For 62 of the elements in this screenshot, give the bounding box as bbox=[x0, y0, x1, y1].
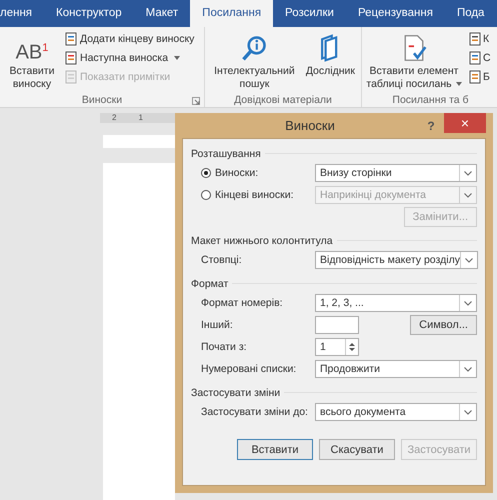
ribbon-tab[interactable]: Рецензування bbox=[346, 0, 445, 27]
ruler: 2 1 bbox=[100, 113, 175, 123]
chevron-down-icon bbox=[464, 258, 473, 262]
dialog-button[interactable]: Вставити bbox=[237, 439, 313, 460]
document-icon bbox=[468, 70, 482, 84]
group-label: Виноски bbox=[82, 94, 122, 106]
document-icon bbox=[64, 70, 78, 84]
ribbon-tab[interactable]: Пода bbox=[444, 0, 496, 27]
ribbon-tab[interactable]: лення bbox=[0, 0, 44, 27]
document-icon bbox=[468, 32, 482, 46]
search-icon bbox=[240, 33, 268, 63]
symbol-button[interactable]: Символ... bbox=[410, 315, 477, 335]
ribbon-button[interactable]: Інтелектуальний пошук bbox=[209, 29, 300, 93]
dropdown-field[interactable]: 1, 2, 3, ... bbox=[315, 294, 477, 312]
dialog-button[interactable]: Скасувати bbox=[319, 439, 395, 460]
page-header bbox=[103, 135, 175, 148]
radio-button[interactable] bbox=[201, 168, 211, 178]
ribbon-button[interactable]: Вставити елемент таблиці посилань bbox=[364, 29, 464, 93]
field-label: Стовпці: bbox=[201, 254, 243, 266]
field-label: Почати з: bbox=[201, 341, 248, 353]
ribbon-button[interactable]: К bbox=[468, 30, 491, 48]
spinner-field[interactable]: 1 bbox=[315, 338, 359, 356]
group-label: Посилання та б bbox=[392, 94, 469, 106]
radio-label: Кінцеві виноски: bbox=[215, 189, 295, 201]
dropdown-field[interactable]: Продовжити bbox=[315, 360, 477, 378]
document-icon bbox=[64, 51, 78, 65]
section-heading: Застосувати зміни bbox=[191, 386, 280, 398]
document-icon bbox=[468, 51, 482, 65]
section-heading: Розташування bbox=[191, 148, 261, 160]
ribbon-button[interactable]: Додати кінцеву виноску bbox=[64, 30, 194, 48]
dropdown-field[interactable]: всього документа bbox=[315, 403, 477, 421]
dialog-launcher-icon[interactable] bbox=[192, 97, 200, 105]
spinner-arrows-icon bbox=[348, 341, 356, 353]
ribbon-tab[interactable]: Розсилки bbox=[273, 0, 346, 27]
group-label: Довідкові матеріали bbox=[234, 94, 332, 106]
dialog-title: Виноски bbox=[284, 118, 336, 133]
ribbon-tab[interactable]: Посилання bbox=[190, 0, 274, 27]
close-button[interactable]: × bbox=[444, 113, 486, 133]
field-label: Інший: bbox=[201, 319, 234, 331]
chevron-down-icon bbox=[464, 410, 472, 414]
input-field[interactable] bbox=[315, 316, 359, 334]
document-icon bbox=[64, 32, 78, 46]
chevron-down-icon bbox=[464, 300, 472, 306]
ribbon-button[interactable]: Б bbox=[468, 68, 491, 86]
field-label: Нумеровані списки: bbox=[201, 363, 298, 375]
help-button[interactable]: ? bbox=[418, 118, 444, 134]
section-heading: Макет нижнього колонтитула bbox=[191, 234, 333, 246]
radio-label: Виноски: bbox=[215, 167, 260, 179]
chevron-down-icon bbox=[464, 192, 472, 198]
ribbon-tab[interactable]: Конструктор bbox=[44, 0, 134, 27]
ribbon-button[interactable]: AB$^{1}$ Вставити виноску bbox=[4, 29, 60, 93]
ribbon-tab[interactable]: Макет bbox=[134, 0, 190, 27]
section-heading: Формат bbox=[191, 278, 228, 290]
dropdown-field[interactable]: Відповідність макету розділу bbox=[315, 251, 478, 269]
field-label: Застосувати зміни до: bbox=[201, 406, 309, 418]
chevron-down-icon bbox=[464, 366, 472, 372]
ribbon-button[interactable]: Наступна виноска bbox=[64, 49, 194, 67]
field-label: Формат номерів: bbox=[201, 297, 284, 309]
ribbon-button[interactable]: С bbox=[468, 49, 491, 67]
dropdown-field[interactable]: Внизу сторінки bbox=[315, 164, 477, 182]
ribbon-button[interactable]: Дослідник bbox=[304, 29, 357, 93]
chevron-down-icon bbox=[464, 170, 472, 176]
